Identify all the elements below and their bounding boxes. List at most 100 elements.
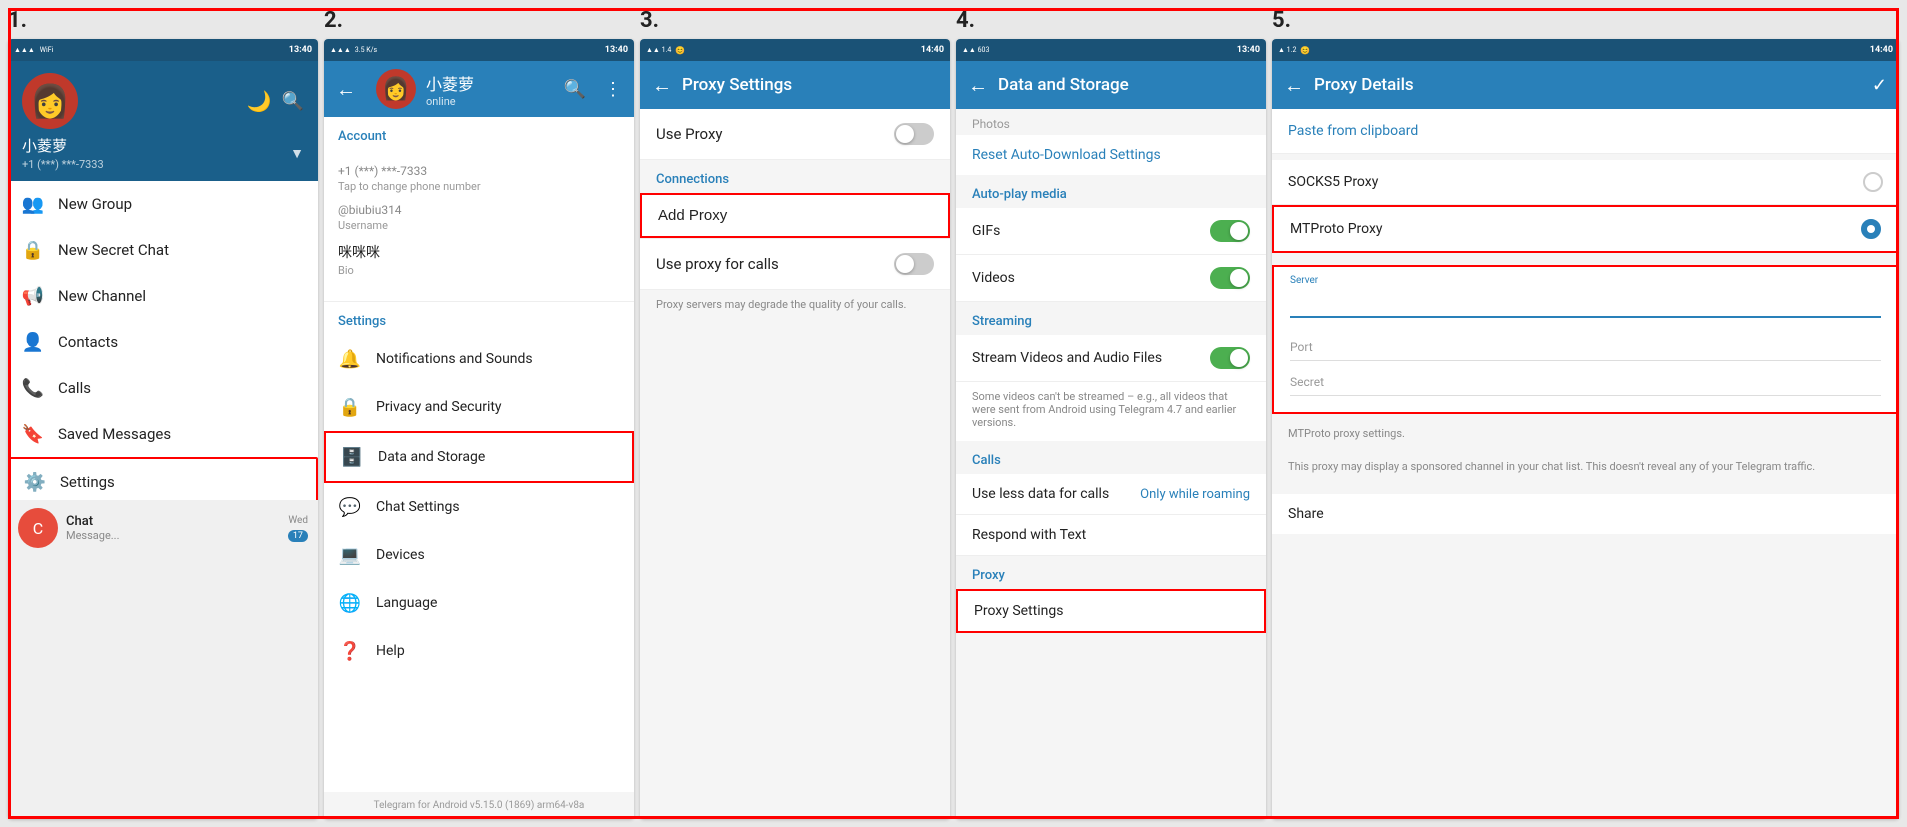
add-proxy-button[interactable]: Add Proxy (640, 193, 950, 238)
header-icons: 🔍 ⋮ (556, 79, 622, 100)
back-arrow-3[interactable]: ← (652, 73, 672, 98)
settings-data-storage[interactable]: 🗄️ Data and Storage (324, 431, 634, 483)
videos-knob (1230, 269, 1248, 287)
step-4-label: 4. (956, 8, 1266, 33)
use-proxy-calls-row: Use proxy for calls (640, 239, 950, 290)
back-arrow-2[interactable]: ← (336, 77, 356, 102)
username-field: @biubiu314 Username (338, 203, 620, 232)
step-5-status-bar: ▲ 1.2 😊 14:40 (1272, 39, 1899, 61)
menu-contacts-label: Contacts (58, 333, 118, 351)
help-icon: ❓ (338, 639, 362, 663)
back-arrow-4[interactable]: ← (968, 73, 988, 98)
menu-secret-chat[interactable]: 🔒 New Secret Chat (8, 227, 318, 273)
stream-videos-label: Stream Videos and Audio Files (972, 350, 1162, 366)
settings-language[interactable]: 🌐 Language (324, 579, 634, 627)
moon-icon[interactable]: 🌙 (247, 89, 272, 113)
settings-devices[interactable]: 💻 Devices (324, 531, 634, 579)
menu-calls[interactable]: 📞 Calls (8, 365, 318, 411)
chat-time: Wed (288, 515, 308, 526)
proxy-section-header: Proxy (956, 556, 1266, 589)
server-input[interactable] (1290, 288, 1881, 318)
signal-icon-2: ▲▲▲ (330, 46, 351, 54)
server-label: Server (1290, 275, 1881, 286)
videos-toggle[interactable] (1210, 267, 1250, 289)
signal-icon-3: ▲▲ 1.4 (646, 46, 671, 54)
menu-new-group[interactable]: 👥 New Group (8, 181, 318, 227)
settings-privacy[interactable]: 🔒 Privacy and Security (324, 383, 634, 431)
menu-saved-messages[interactable]: 🔖 Saved Messages (8, 411, 318, 457)
settings-chat[interactable]: 💬 Chat Settings (324, 483, 634, 531)
account-info: +1 (***) ***-7333 Tap to change phone nu… (324, 150, 634, 302)
notifications-label: Notifications and Sounds (376, 351, 533, 367)
step-3-label: 3. (640, 8, 950, 33)
back-arrow-5[interactable]: ← (1284, 73, 1304, 98)
share-link[interactable]: Share (1272, 494, 1899, 534)
socks5-radio[interactable] (1863, 172, 1883, 192)
step-3-column: 3. ▲▲ 1.4 😊 14:40 ← Proxy Settings Use P… (640, 8, 950, 819)
videos-label: Videos (972, 270, 1015, 286)
stream-knob (1230, 349, 1248, 367)
check-icon[interactable]: ✓ (1872, 75, 1887, 96)
account-section-header: Account (324, 117, 634, 150)
reset-link[interactable]: Reset Auto-Download Settings (956, 135, 1266, 175)
privacy-icon: 🔒 (338, 395, 362, 419)
emoji-icon-5: 😊 (1300, 46, 1310, 55)
use-proxy-toggle[interactable] (894, 123, 934, 145)
calls-header: Calls (956, 441, 1266, 474)
step-4-status-bar: ▲▲ 603 13:40 (956, 39, 1266, 61)
settings-help[interactable]: ❓ Help (324, 627, 634, 675)
settings-notifications[interactable]: 🔔 Notifications and Sounds (324, 335, 634, 383)
proxy-calls-toggle[interactable] (894, 253, 934, 275)
step-3-phone: ▲▲ 1.4 😊 14:40 ← Proxy Settings Use Prox… (640, 39, 950, 819)
socks5-option[interactable]: SOCKS5 Proxy (1272, 160, 1899, 205)
gifs-toggle[interactable] (1210, 220, 1250, 242)
mtproto-option[interactable]: MTProto Proxy (1272, 205, 1899, 253)
menu-new-channel-label: New Channel (58, 287, 146, 305)
proxy-section: Use Proxy Connections Add Proxy Use prox… (640, 109, 950, 819)
profile-avatar: 👩 (376, 69, 416, 109)
mtproto-radio[interactable] (1861, 219, 1881, 239)
chat-list: C Chat Message... Wed 17 (8, 500, 318, 819)
menu-settings[interactable]: ⚙️ Settings (8, 457, 318, 500)
chat-info: Chat Message... (66, 514, 280, 542)
use-proxy-row: Use Proxy (640, 109, 950, 160)
proxy-settings-title: Proxy Settings (682, 75, 938, 95)
step-1-label: 1. (8, 8, 318, 33)
search-icon[interactable]: 🔍 (282, 91, 304, 112)
menu-list: 👥 New Group 🔒 New Secret Chat 📢 New Chan… (8, 181, 318, 500)
proxy-settings-button[interactable]: Proxy Settings (956, 589, 1266, 633)
data-storage-content: Photos Reset Auto-Download Settings Auto… (956, 109, 1266, 819)
connections-header: Connections (640, 160, 950, 193)
menu-saved-label: Saved Messages (58, 425, 171, 443)
streaming-header: Streaming (956, 302, 1266, 335)
step-4-phone: ▲▲ 603 13:40 ← Data and Storage Photos R… (956, 39, 1266, 819)
step-4-column: 4. ▲▲ 603 13:40 ← Data and Storage Photo… (956, 8, 1266, 819)
paste-from-clipboard[interactable]: Paste from clipboard (1272, 109, 1899, 154)
respond-text-row: Respond with Text (956, 515, 1266, 556)
signal-icon-5: ▲ 1.2 (1278, 46, 1296, 54)
footer-version: Telegram for Android v5.15.0 (1869) arm6… (324, 792, 634, 819)
menu-new-channel[interactable]: 📢 New Channel (8, 273, 318, 319)
stream-toggle[interactable] (1210, 347, 1250, 369)
wifi-icon: WiFi (40, 46, 53, 54)
more-icon-2[interactable]: ⋮ (604, 79, 622, 100)
dropdown-icon[interactable]: ▼ (290, 145, 304, 162)
signal-icon-4: ▲▲ 603 (962, 46, 989, 54)
use-proxy-label: Use Proxy (656, 125, 722, 143)
data-storage-icon: 🗄️ (340, 445, 364, 469)
chat-item[interactable]: C Chat Message... Wed 17 (8, 500, 318, 557)
devices-icon: 💻 (338, 543, 362, 567)
gifs-row: GIFs (956, 208, 1266, 255)
channel-icon: 📢 (22, 285, 44, 307)
server-field: Server (1290, 275, 1881, 326)
lock-icon: 🔒 (22, 239, 44, 261)
step-5-header: ← Proxy Details ✓ (1272, 61, 1899, 109)
step-5-phone: ▲ 1.2 😊 14:40 ← Proxy Details ✓ Paste fr… (1272, 39, 1899, 819)
port-field: Port (1290, 334, 1881, 361)
user-name-row: 小菱萝 +1 (***) ***-7333 ▼ (22, 135, 304, 171)
step-1-phone: ▲▲▲ WiFi 13:40 👩 🌙 🔍 (8, 39, 318, 819)
menu-contacts[interactable]: 👤 Contacts (8, 319, 318, 365)
step-5-label: 5. (1272, 8, 1899, 33)
search-icon-2[interactable]: 🔍 (564, 79, 586, 100)
step-3-header: ← Proxy Settings (640, 61, 950, 109)
